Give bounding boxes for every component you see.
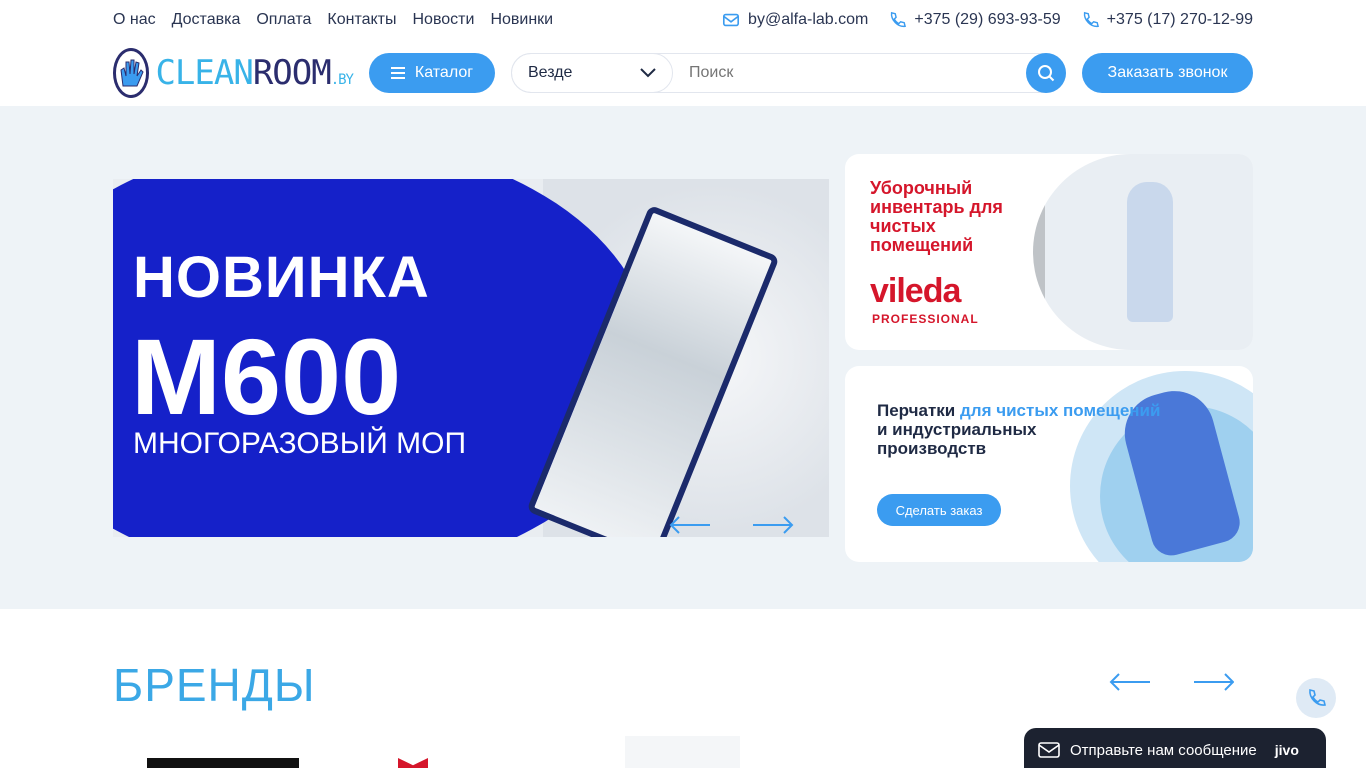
top-navigation: О нас Доставка Оплата Контакты Новости Н…	[113, 0, 1253, 40]
request-call-button[interactable]: Заказать звонок	[1082, 53, 1253, 93]
slider-prev-arrow-icon[interactable]	[668, 515, 712, 535]
brands-heading: БРЕНДЫ	[113, 659, 316, 711]
search-input[interactable]	[673, 64, 1026, 82]
search-bar: Везде	[511, 53, 1066, 93]
brands-prev-arrow-icon[interactable]	[1109, 673, 1150, 691]
search-button[interactable]	[1026, 53, 1066, 93]
nav-link-news[interactable]: Новости	[413, 11, 475, 29]
vileda-banner-title: Уборочный инвентарь для чистых помещений	[870, 178, 1003, 255]
main-header: CLEANROOM.BY Каталог Везде Заказать звон…	[113, 46, 1253, 100]
top-links: О нас Доставка Оплата Контакты Новости Н…	[113, 11, 553, 29]
brand-logo[interactable]	[147, 758, 299, 768]
make-order-button[interactable]: Сделать заказ	[877, 494, 1001, 526]
nav-link-delivery[interactable]: Доставка	[172, 11, 241, 29]
vileda-logo-sub: PROFESSIONAL	[872, 312, 979, 326]
brand-logo[interactable]	[625, 736, 740, 768]
chat-label: Отправьте нам сообщение	[1070, 741, 1257, 759]
mail-icon	[723, 13, 740, 27]
chevron-down-icon	[640, 68, 656, 78]
gloves-title-part3: и индустриальных производств	[877, 420, 1037, 458]
catalog-button[interactable]: Каталог	[369, 53, 495, 93]
nav-link-payment[interactable]: Оплата	[256, 11, 311, 29]
vileda-banner[interactable]: Уборочный инвентарь для чистых помещений…	[845, 154, 1253, 350]
search-scope-select[interactable]: Везде	[511, 53, 673, 93]
header-contacts: by@alfa-lab.com +375 (29) 693-93-59 +375…	[722, 11, 1253, 29]
phone-icon	[891, 11, 907, 28]
slide-model: М600	[131, 316, 402, 437]
search-scope-value: Везде	[528, 64, 573, 81]
brands-next-arrow-icon[interactable]	[1194, 673, 1234, 691]
menu-icon	[390, 67, 405, 79]
email-contact[interactable]: by@alfa-lab.com	[722, 11, 868, 29]
chat-widget[interactable]: Отправьте нам сообщение jivo	[1024, 728, 1326, 768]
nav-link-contacts[interactable]: Контакты	[327, 11, 396, 29]
hero-section: НОВИНКА М600 МНОГОРАЗОВЫЙ МОП Уборочный …	[0, 106, 1366, 609]
cleanroom-worker-image	[1127, 182, 1173, 322]
brand-logo[interactable]	[398, 758, 428, 768]
floating-call-button[interactable]	[1296, 678, 1336, 718]
phone-icon	[1083, 11, 1099, 28]
nav-link-new-products[interactable]: Новинки	[490, 11, 553, 29]
brands-carousel-arrows	[1109, 673, 1234, 691]
nav-link-about[interactable]: О нас	[113, 11, 156, 29]
logo-text-clean: CLEAN	[155, 53, 253, 93]
glove-logo-icon	[113, 48, 150, 98]
search-icon	[1038, 65, 1055, 82]
catalog-label: Каталог	[414, 64, 474, 81]
jivo-logo: jivo	[1274, 742, 1299, 758]
gloves-banner[interactable]: Перчатки для чистых помещений и индустри…	[845, 366, 1253, 562]
phone-text-2: +375 (17) 270-12-99	[1106, 11, 1253, 28]
vileda-logo: vileda	[870, 272, 961, 310]
logo-text: CLEANROOM.BY	[155, 53, 354, 93]
logo-text-room: ROOM	[252, 53, 332, 93]
slide-subtitle: МНОГОРАЗОВЫЙ МОП	[133, 427, 467, 460]
gloves-banner-title: Перчатки для чистых помещений и индустри…	[877, 401, 1160, 458]
main-slider[interactable]: НОВИНКА М600 МНОГОРАЗОВЫЙ МОП	[113, 179, 829, 537]
site-logo[interactable]: CLEANROOM.BY	[113, 48, 354, 98]
slider-next-arrow-icon[interactable]	[751, 515, 795, 535]
slide-headline: НОВИНКА	[133, 245, 430, 310]
phone-contact-2[interactable]: +375 (17) 270-12-99	[1081, 11, 1253, 29]
gloves-title-part1: Перчатки	[877, 401, 956, 420]
logo-text-by: .BY	[330, 72, 354, 88]
gloves-title-part2: для чистых помещений	[959, 401, 1161, 420]
phone-icon	[1309, 689, 1326, 706]
chat-mail-icon	[1038, 742, 1060, 758]
phone-contact-1[interactable]: +375 (29) 693-93-59	[888, 11, 1061, 29]
email-text: by@alfa-lab.com	[748, 11, 869, 28]
phone-text-1: +375 (29) 693-93-59	[914, 11, 1061, 28]
